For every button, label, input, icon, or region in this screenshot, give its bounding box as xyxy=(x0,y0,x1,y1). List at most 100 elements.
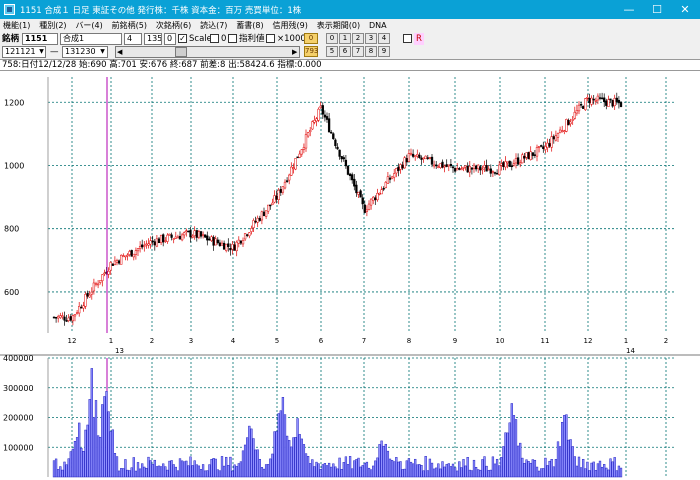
volume-bar xyxy=(309,463,312,478)
scale-checkbox[interactable]: ✓ xyxy=(178,34,187,43)
candle-body xyxy=(430,156,434,165)
log-checkbox[interactable] xyxy=(228,34,237,43)
volume-bar xyxy=(359,466,362,478)
candle-body xyxy=(208,238,211,241)
orange-indicator-bottom[interactable]: 793 xyxy=(304,46,318,57)
num-button-4[interactable]: 4 xyxy=(378,33,390,44)
volume-bar xyxy=(96,435,100,478)
menu-item-function[interactable]: 機能(1) xyxy=(0,19,33,32)
num-button-2[interactable]: 2 xyxy=(352,33,364,44)
num-button-9[interactable]: 9 xyxy=(378,46,390,57)
price-info-line: 758:日付12/12/28 始:690 高:701 安:676 終:687 前… xyxy=(0,59,700,71)
code-input[interactable]: 1151 xyxy=(22,33,58,45)
volume-bar xyxy=(183,461,186,478)
volume-bar xyxy=(264,464,268,478)
candle-body xyxy=(279,189,282,193)
num-button-7[interactable]: 7 xyxy=(352,46,364,57)
volume-bar xyxy=(456,470,459,478)
chart-area[interactable]: 6008001000120012 1 2 3 4 5 6 7 8 9 10 11 12 1 213 14 10… xyxy=(0,71,700,480)
volume-bar xyxy=(124,459,127,478)
menu-item-bar[interactable]: バー(4) xyxy=(72,19,105,32)
candle-body xyxy=(290,166,293,176)
candle-body xyxy=(136,248,140,252)
candle-body xyxy=(346,165,350,175)
candle-body xyxy=(252,220,255,229)
volume-bar xyxy=(365,461,369,478)
volume-bar xyxy=(189,456,192,478)
menu-item-margin[interactable]: 信用残(9) xyxy=(270,19,311,32)
field-c-input[interactable]: 0 xyxy=(164,33,176,45)
volume-bar xyxy=(525,459,528,478)
close-button[interactable]: ✕ xyxy=(671,0,699,19)
volume-bar xyxy=(168,460,171,478)
volume-bar xyxy=(319,469,322,478)
candle-body xyxy=(523,156,526,159)
menu-item-next-stock[interactable]: 次銘柄(6) xyxy=(153,19,194,32)
candle-body xyxy=(491,171,495,173)
orange-indicator-top[interactable]: 0 xyxy=(304,33,318,44)
volume-bar xyxy=(378,444,381,478)
date-scrollbar[interactable] xyxy=(115,46,300,58)
menu-item-dna[interactable]: DNA xyxy=(366,19,390,32)
x1000-checkbox[interactable] xyxy=(266,34,275,43)
scroll-right-arrow-icon[interactable]: ▶ xyxy=(292,46,297,58)
volume-bar xyxy=(111,429,114,478)
title-bar[interactable]: 1151 合成１ 日足 東証その他 発行株：千株 資本金：百万 売買単位：1株 … xyxy=(0,0,700,19)
end-date-dropdown-icon[interactable]: ▼ xyxy=(98,47,107,57)
volume-bar xyxy=(206,470,209,478)
menu-item-load[interactable]: 読込(7) xyxy=(197,19,230,32)
candle-body xyxy=(357,192,360,195)
candle-body xyxy=(285,180,289,182)
scroll-thumb[interactable] xyxy=(175,47,187,57)
volume-bar xyxy=(327,462,331,478)
volume-bar xyxy=(115,456,119,478)
field-b-input[interactable]: 1350 xyxy=(144,33,162,45)
volume-bar xyxy=(170,460,173,478)
num-button-5[interactable]: 5 xyxy=(326,46,338,57)
menu-item-notes[interactable]: 蓄書(8) xyxy=(233,19,266,32)
candle-body xyxy=(401,164,404,169)
name-input[interactable]: 合成1 xyxy=(60,33,122,45)
r-checkbox[interactable] xyxy=(403,34,412,43)
volume-bar xyxy=(122,468,125,478)
volume-bar xyxy=(510,403,513,478)
volume-bar xyxy=(542,468,545,478)
volume-bar xyxy=(67,458,70,478)
volume-bar xyxy=(399,461,402,478)
volume-bar xyxy=(443,466,446,478)
start-date-dropdown-icon[interactable]: ▼ xyxy=(37,47,46,57)
scroll-left-arrow-icon[interactable]: ◀ xyxy=(117,46,122,58)
zero-checkbox[interactable] xyxy=(210,34,219,43)
candle-body xyxy=(359,190,362,198)
zero-label: 0 xyxy=(221,34,227,44)
num-button-1[interactable]: 1 xyxy=(339,33,351,44)
num-button-0[interactable]: 0 xyxy=(326,33,338,44)
volume-bar xyxy=(544,457,547,478)
candle-body xyxy=(113,260,117,265)
volume-bar xyxy=(401,469,404,478)
candle-body xyxy=(319,105,322,108)
maximize-button[interactable]: ☐ xyxy=(643,0,671,19)
num-button-8[interactable]: 8 xyxy=(365,46,377,57)
price-tick-label: 600 xyxy=(4,288,19,297)
candle-body xyxy=(180,234,184,241)
candle-body xyxy=(183,232,186,236)
volume-bar xyxy=(113,453,117,478)
volume-bar xyxy=(273,431,276,478)
minimize-button[interactable]: — xyxy=(615,0,643,19)
menu-item-display-period[interactable]: 表示期間(0) xyxy=(314,19,363,32)
volume-bar xyxy=(590,462,593,478)
field-a-input[interactable]: 4 xyxy=(124,33,142,45)
menu-item-prev-stock[interactable]: 前銘柄(5) xyxy=(109,19,150,32)
candle-body xyxy=(151,240,154,243)
menu-item-type[interactable]: 種別(2) xyxy=(36,19,69,32)
volume-bar xyxy=(176,470,180,478)
volume-bar xyxy=(386,450,390,478)
volume-bar xyxy=(550,459,553,478)
num-button-6[interactable]: 6 xyxy=(339,46,351,57)
candle-body xyxy=(109,262,112,271)
candle-body xyxy=(222,242,226,250)
volume-bar xyxy=(548,460,551,478)
candle-body xyxy=(327,118,331,133)
num-button-3[interactable]: 3 xyxy=(365,33,377,44)
